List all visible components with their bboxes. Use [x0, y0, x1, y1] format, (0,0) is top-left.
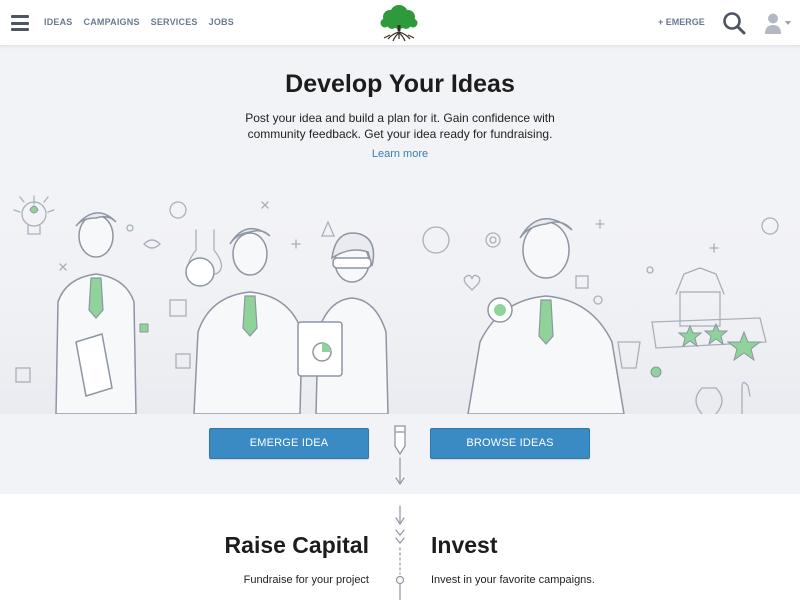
- capital-invest-section: Raise Capital Fundraise for your project…: [0, 494, 800, 600]
- emerge-idea-button[interactable]: EMERGE IDEA: [209, 428, 369, 459]
- hamburger-menu-icon[interactable]: [11, 15, 29, 31]
- search-icon[interactable]: [722, 11, 746, 35]
- tree-logo[interactable]: [380, 3, 418, 43]
- main-nav: IDEAS CAMPAIGNS SERVICES JOBS: [44, 17, 234, 27]
- invest-text: Invest in your favorite campaigns.: [431, 574, 595, 586]
- chevron-down-icon[interactable]: [784, 20, 792, 26]
- invest-title: Invest: [431, 532, 498, 558]
- user-avatar-icon[interactable]: [764, 12, 782, 34]
- browse-ideas-button[interactable]: BROWSE IDEAS: [430, 428, 590, 459]
- nav-item-campaigns[interactable]: CAMPAIGNS: [84, 17, 140, 27]
- emerge-link[interactable]: + EMERGE: [658, 17, 705, 27]
- hero-illustration: [0, 182, 800, 414]
- learn-more-link[interactable]: Learn more: [0, 148, 800, 160]
- nav-item-jobs[interactable]: JOBS: [209, 17, 234, 27]
- hero-title: Develop Your Ideas: [285, 70, 515, 98]
- raise-capital-title: Raise Capital: [224, 532, 369, 558]
- top-navbar: IDEAS CAMPAIGNS SERVICES JOBS + EMERGE: [0, 0, 800, 46]
- nav-item-ideas[interactable]: IDEAS: [44, 17, 73, 27]
- plus-icon: +: [658, 17, 664, 27]
- hero-section: Develop Your Ideas Post your idea and bu…: [0, 46, 800, 494]
- raise-capital-text: Fundraise for your project: [243, 574, 369, 586]
- emerge-link-label: EMERGE: [665, 17, 705, 27]
- nav-item-services[interactable]: SERVICES: [151, 17, 198, 27]
- hero-description: Post your idea and build a plan for it. …: [245, 111, 555, 141]
